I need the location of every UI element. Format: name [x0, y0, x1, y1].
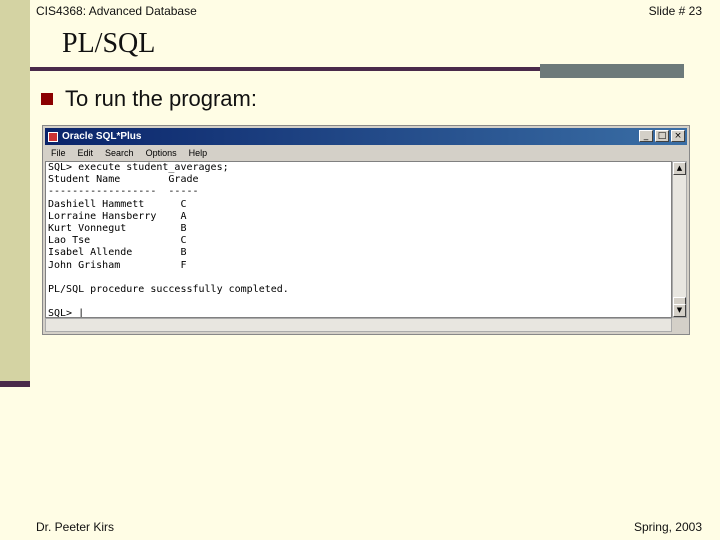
title-accent-block: [540, 64, 684, 78]
console-line: Student Name Grade: [48, 174, 199, 186]
close-button[interactable]: ×: [671, 130, 685, 142]
console-line: Lorraine Hansberry A: [48, 210, 187, 222]
menu-options[interactable]: Options: [146, 148, 177, 158]
course-header: CIS4368: Advanced Database: [36, 4, 197, 18]
menu-help[interactable]: Help: [189, 148, 208, 158]
console-line: PL/SQL procedure successfully completed.: [48, 283, 289, 295]
slide-title: PL/SQL: [62, 28, 156, 59]
scroll-down-icon[interactable]: ▼: [673, 304, 686, 317]
footer-term: Spring, 2003: [633, 520, 702, 534]
scroll-up-icon[interactable]: ▲: [673, 162, 686, 175]
footer-author: Dr. Peeter Kirs: [36, 520, 115, 534]
maximize-button[interactable]: □: [655, 130, 669, 142]
left-accent-bar: [0, 381, 30, 387]
console-line: Dashiell Hammett C: [48, 198, 187, 210]
oracle-app-icon: [48, 131, 58, 142]
slide-number: Slide # 23: [648, 4, 702, 18]
window-titlebar[interactable]: Oracle SQL*Plus _ □ ×: [45, 128, 687, 145]
menu-search[interactable]: Search: [105, 148, 134, 158]
console-prompt-line: SQL> |: [48, 308, 85, 318]
minimize-button[interactable]: _: [639, 130, 653, 142]
menu-edit[interactable]: Edit: [78, 148, 94, 158]
window-title: Oracle SQL*Plus: [62, 131, 142, 142]
left-decorative-band: [0, 0, 30, 387]
horizontal-scrollbar[interactable]: [45, 318, 672, 332]
bullet-item: To run the program:: [41, 86, 257, 112]
console-output[interactable]: SQL> execute student_averages; Student N…: [45, 161, 672, 318]
console-line: Lao Tse C: [48, 235, 187, 247]
menu-bar: File Edit Search Options Help: [45, 146, 687, 160]
sqlplus-window: Oracle SQL*Plus _ □ × File Edit Search O…: [42, 125, 690, 335]
vertical-scrollbar[interactable]: ▲ ▼: [672, 161, 687, 318]
menu-file[interactable]: File: [51, 148, 66, 158]
console-line: Isabel Allende B: [48, 247, 187, 259]
window-controls: _ □ ×: [639, 130, 685, 142]
console-line: SQL> execute student_averages;: [48, 162, 229, 173]
console-line: ------------------ -----: [48, 186, 199, 198]
bullet-text: To run the program:: [65, 86, 257, 111]
square-bullet-icon: [41, 93, 53, 105]
console-line: Kurt Vonnegut B: [48, 222, 187, 234]
console-line: John Grisham F: [48, 259, 187, 271]
